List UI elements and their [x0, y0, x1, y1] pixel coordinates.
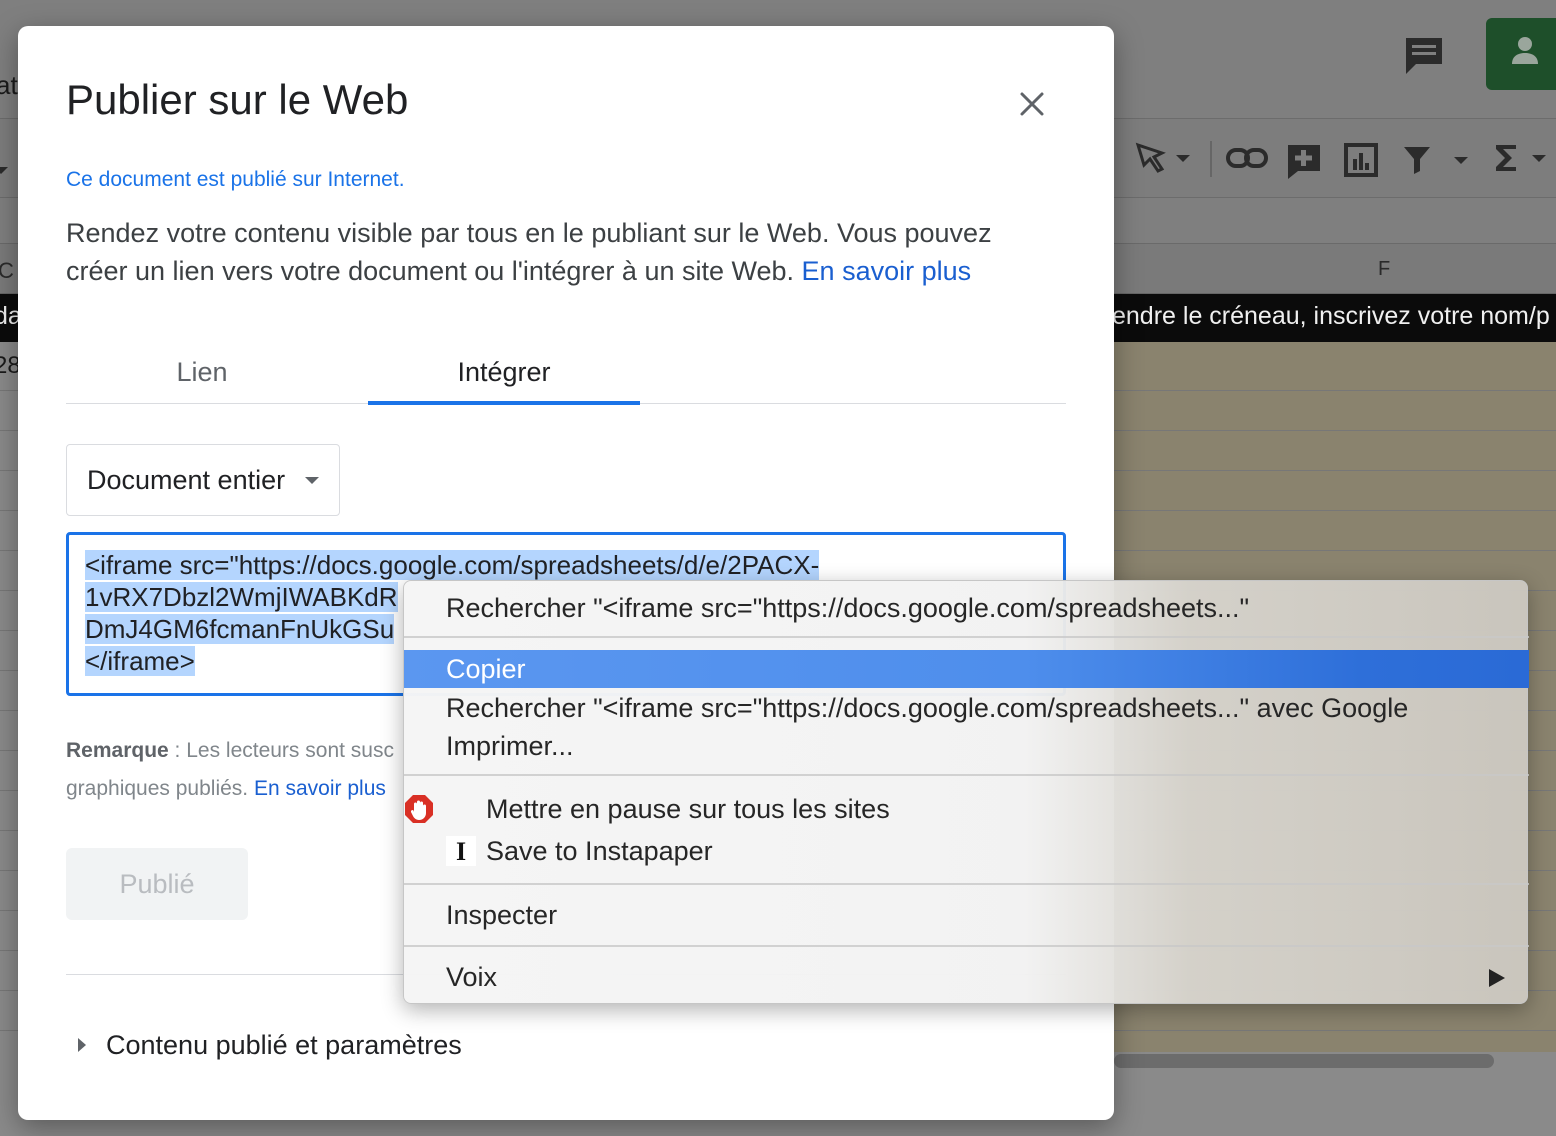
insert-chart-icon[interactable]	[1344, 143, 1378, 183]
dialog-description: Rendez votre contenu visible par tous en…	[66, 214, 1056, 290]
paint-format-icon[interactable]	[1134, 141, 1194, 181]
scope-select[interactable]: Document entier	[66, 444, 340, 516]
menu-item-search-selection[interactable]: Rechercher "<iframe src="https://docs.go…	[404, 589, 1529, 627]
caret-down-icon	[305, 477, 319, 484]
menu-item-print[interactable]: Imprimer...	[404, 727, 1529, 765]
cell-instructions[interactable]: endre le créneau, inscrivez votre nom/p	[1112, 302, 1550, 331]
menu-item-copy[interactable]: Copier	[404, 650, 1529, 688]
dialog-title: Publier sur le Web	[66, 76, 409, 123]
note-label: Remarque	[66, 739, 169, 762]
column-header-f[interactable]: F	[1378, 258, 1390, 281]
filter-icon[interactable]	[1402, 145, 1478, 181]
context-menu: Rechercher "<iframe src="https://docs.go…	[403, 580, 1529, 1004]
menu-separator	[404, 945, 1529, 947]
tab-link[interactable]: Lien	[66, 348, 338, 404]
published-button[interactable]: Publié	[66, 848, 248, 920]
note-text: : Les lecteurs sont susc	[168, 739, 394, 762]
note-learn-more-link[interactable]: En savoir plus	[254, 777, 386, 800]
share-button[interactable]	[1486, 18, 1556, 90]
menu-separator	[404, 883, 1529, 885]
column-header-c[interactable]: C	[0, 258, 14, 284]
menu-separator	[404, 636, 1529, 638]
menu-separator	[404, 774, 1529, 776]
chevron-down-icon[interactable]	[0, 153, 8, 183]
svg-text:I: I	[456, 837, 466, 866]
note-text-2: graphiques publiés.	[66, 777, 249, 800]
insert-comment-icon[interactable]	[1286, 143, 1322, 185]
scope-select-value: Document entier	[87, 465, 286, 495]
published-settings-toggle[interactable]: Contenu publié et paramètres	[78, 1030, 462, 1061]
menu-item-speech[interactable]: Voix	[404, 958, 1529, 996]
horizontal-scrollbar[interactable]	[1114, 1054, 1494, 1068]
settings-toggle-label: Contenu publié et paramètres	[106, 1030, 462, 1060]
learn-more-link[interactable]: En savoir plus	[802, 256, 972, 286]
expand-arrow-icon	[78, 1037, 86, 1052]
adblock-stop-icon	[405, 795, 433, 823]
link-icon[interactable]	[1226, 145, 1268, 177]
close-button[interactable]	[1014, 86, 1050, 122]
tab-embed[interactable]: Intégrer	[368, 348, 640, 405]
menu-item-search-google[interactable]: Rechercher "<iframe src="https://docs.go…	[404, 689, 1529, 727]
tab-bar: Lien Intégrer	[66, 348, 1066, 405]
instapaper-icon: I	[446, 836, 476, 866]
comments-icon[interactable]	[1402, 34, 1446, 84]
doc-title-fragment: at	[0, 70, 18, 100]
menu-item-pause-adblock[interactable]: Mettre en pause sur tous les sites	[404, 790, 1529, 828]
menu-item-label: Voix	[446, 962, 498, 992]
functions-icon[interactable]	[1492, 141, 1556, 181]
menu-item-label: Mettre en pause sur tous les sites	[486, 794, 890, 824]
close-icon	[1020, 92, 1044, 116]
menu-item-save-instapaper[interactable]: I Save to Instapaper	[404, 832, 1529, 870]
toolbar-divider	[1210, 141, 1212, 177]
publish-status: Ce document est publié sur Internet.	[66, 168, 405, 191]
menu-item-inspect[interactable]: Inspecter	[404, 896, 1529, 934]
menu-item-label: Save to Instapaper	[486, 836, 713, 866]
embed-code-line: <iframe src="https://docs.google.com/spr…	[85, 550, 820, 580]
submenu-arrow-icon	[1489, 969, 1505, 987]
